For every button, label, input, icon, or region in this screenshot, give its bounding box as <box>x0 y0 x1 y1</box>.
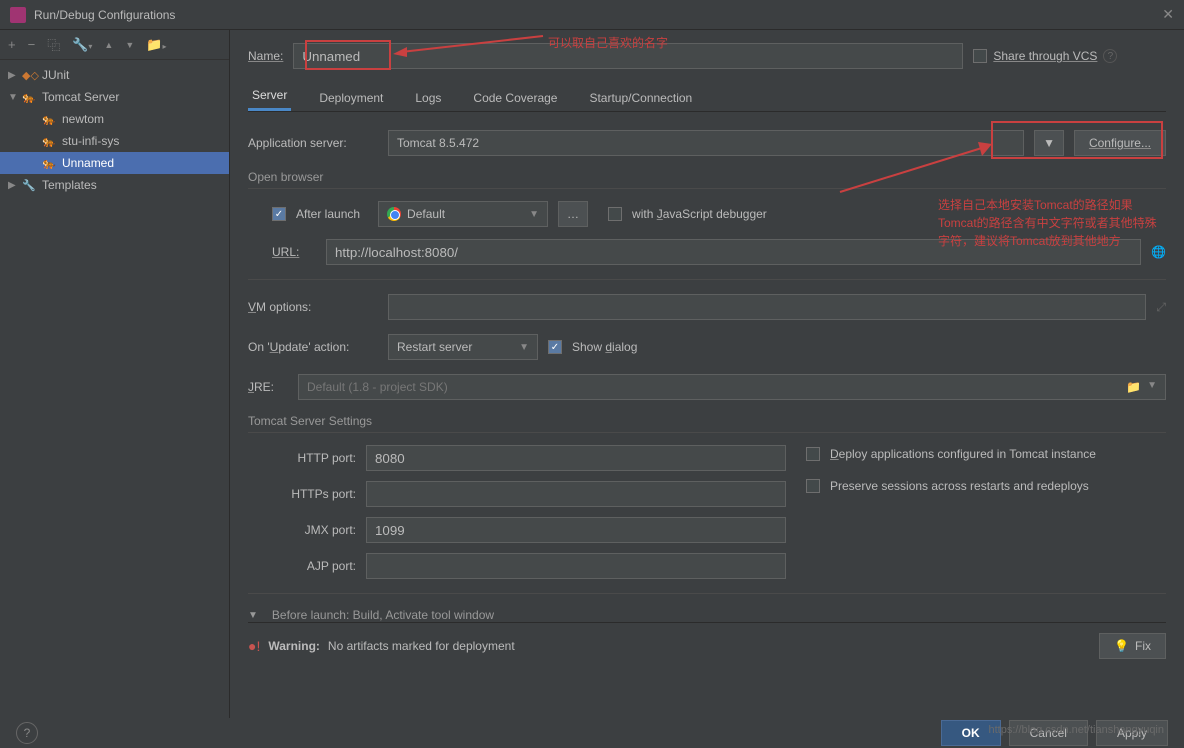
down-icon[interactable]: ▼ <box>125 40 134 50</box>
help-icon[interactable]: ? <box>1103 49 1117 63</box>
tab-logs[interactable]: Logs <box>411 85 445 111</box>
preserve-sessions-label: Preserve sessions across restarts and re… <box>830 479 1089 493</box>
tomcat-settings-label: Tomcat Server Settings <box>248 414 1166 428</box>
app-server-select[interactable]: Tomcat 8.5.472 <box>388 130 1024 156</box>
remove-icon[interactable]: − <box>28 37 36 52</box>
tree-unnamed[interactable]: 🐅 Unnamed <box>0 152 229 174</box>
http-port-input[interactable] <box>366 445 786 471</box>
sidebar-toolbar: + − ⿻ 🔧▾ ▲ ▼ 📁▸ <box>0 30 229 60</box>
sidebar: + − ⿻ 🔧▾ ▲ ▼ 📁▸ ▶◆◇ JUnit ▼🐅 Tomcat Serv… <box>0 30 230 718</box>
vm-options-input[interactable] <box>388 294 1146 320</box>
name-label: Name: <box>248 49 283 63</box>
expand-icon[interactable]: ⤢ <box>1156 300 1166 315</box>
js-debugger-checkbox[interactable] <box>608 207 622 221</box>
show-dialog-checkbox[interactable]: ✓ <box>548 340 562 354</box>
tree-stu-infi-sys[interactable]: 🐅 stu-infi-sys <box>0 130 229 152</box>
tabs: Server Deployment Logs Code Coverage Sta… <box>248 82 1166 112</box>
titlebar: Run/Debug Configurations ✕ <box>0 0 1184 30</box>
config-tree: ▶◆◇ JUnit ▼🐅 Tomcat Server 🐅 newtom 🐅 st… <box>0 60 229 718</box>
deploy-apps-label: Deploy applications configured in Tomcat… <box>830 447 1096 461</box>
browser-more-button[interactable]: … <box>558 201 588 227</box>
watermark: https://blog.csdn.net/tianshangyuqin <box>988 724 1164 736</box>
jmx-port-label: JMX port: <box>272 523 356 537</box>
tab-server[interactable]: Server <box>248 82 291 111</box>
https-port-input[interactable] <box>366 481 786 507</box>
after-launch-label: After launch <box>296 207 360 221</box>
jre-select[interactable]: Default (1.8 - project SDK) 📁▼ <box>298 374 1166 400</box>
tree-tomcat-server[interactable]: ▼🐅 Tomcat Server <box>0 86 229 108</box>
tree-newtom[interactable]: 🐅 newtom <box>0 108 229 130</box>
url-label: URL: <box>272 245 316 259</box>
content-panel: Name: Share through VCS ? Server Deploym… <box>230 30 1184 718</box>
tree-junit[interactable]: ▶◆◇ JUnit <box>0 64 229 86</box>
copy-icon[interactable]: ⿻ <box>47 35 60 54</box>
name-input[interactable] <box>293 43 963 69</box>
app-server-dropdown[interactable]: ▼ <box>1034 130 1064 156</box>
tree-templates[interactable]: ▶🔧 Templates <box>0 174 229 196</box>
preserve-sessions-checkbox[interactable] <box>806 479 820 493</box>
on-update-select[interactable]: Restart server▼ <box>388 334 538 360</box>
jmx-port-input[interactable] <box>366 517 786 543</box>
tab-deployment[interactable]: Deployment <box>315 85 387 111</box>
http-port-label: HTTP port: <box>272 451 356 465</box>
url-input[interactable] <box>326 239 1141 265</box>
tab-startup[interactable]: Startup/Connection <box>585 85 696 111</box>
fix-button[interactable]: 💡Fix <box>1099 633 1166 659</box>
warning-label: Warning: <box>268 639 320 653</box>
wrench-icon[interactable]: 🔧▾ <box>72 37 92 53</box>
warning-icon: ●! <box>248 638 260 654</box>
show-dialog-label: Show dialog <box>572 340 637 354</box>
chevron-down-icon[interactable]: ▼ <box>248 610 258 621</box>
warning-bar: ●! Warning: No artifacts marked for depl… <box>248 622 1166 669</box>
before-launch-label: Before launch: Build, Activate tool wind… <box>272 608 494 622</box>
after-launch-checkbox[interactable]: ✓ <box>272 207 286 221</box>
https-port-label: HTTPs port: <box>272 487 356 501</box>
chrome-icon <box>387 207 401 221</box>
close-icon[interactable]: ✕ <box>1162 6 1174 23</box>
js-debugger-label: with JavaScript debugger <box>632 207 767 221</box>
configure-button[interactable]: Configure... <box>1074 130 1166 156</box>
app-icon <box>10 7 26 23</box>
browser-select[interactable]: Default ▼ <box>378 201 548 227</box>
jre-label: JRE: <box>248 380 288 394</box>
warning-text: No artifacts marked for deployment <box>328 639 1091 653</box>
ajp-port-input[interactable] <box>366 553 786 579</box>
app-server-label: Application server: <box>248 136 378 150</box>
deploy-apps-checkbox[interactable] <box>806 447 820 461</box>
up-icon[interactable]: ▲ <box>104 40 113 50</box>
tab-coverage[interactable]: Code Coverage <box>469 85 561 111</box>
add-icon[interactable]: + <box>8 37 16 52</box>
window-title: Run/Debug Configurations <box>34 8 1162 22</box>
browse-url-icon[interactable]: 🌐 <box>1151 245 1166 259</box>
vm-options-label: VM options: <box>248 300 378 314</box>
ajp-port-label: AJP port: <box>272 559 356 573</box>
help-button[interactable]: ? <box>16 722 38 744</box>
open-browser-label: Open browser <box>248 170 1166 184</box>
share-through-vcs[interactable]: Share through VCS ? <box>973 49 1117 63</box>
share-checkbox[interactable] <box>973 49 987 63</box>
on-update-label: On 'Update' action: <box>248 340 378 354</box>
folder-icon[interactable]: 📁▸ <box>146 37 166 53</box>
